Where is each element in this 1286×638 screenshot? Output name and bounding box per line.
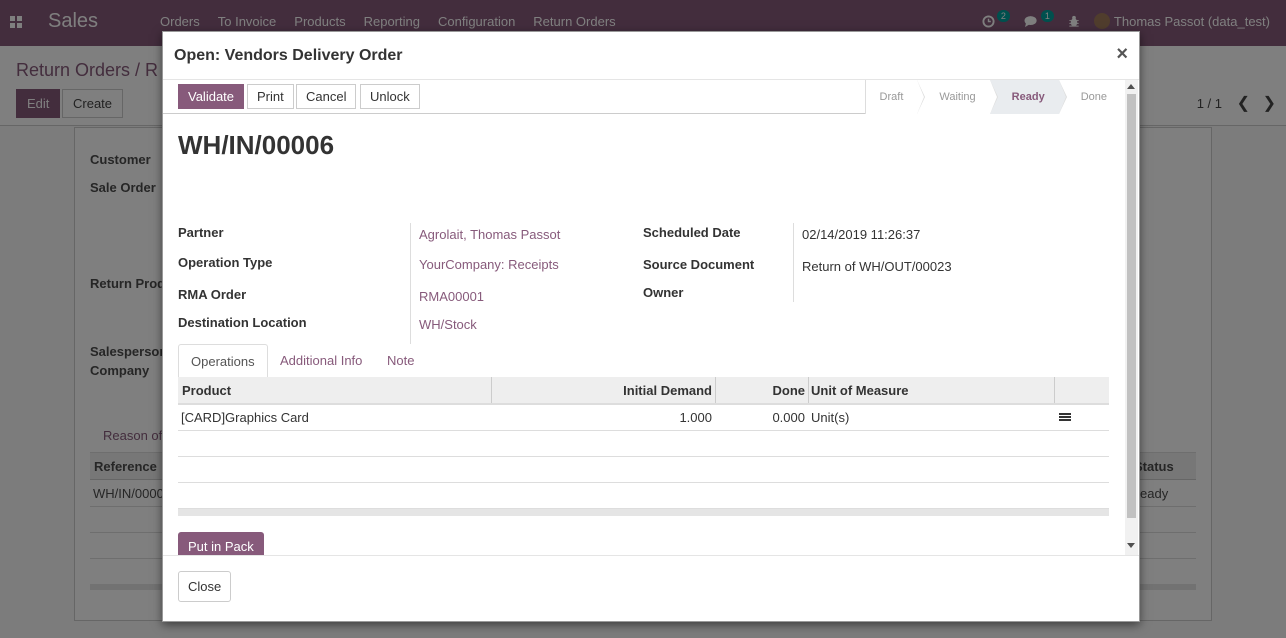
dialog-header: Open: Vendors Delivery Order × <box>163 32 1139 80</box>
partner-label: Partner <box>178 225 224 240</box>
column-divider <box>715 377 716 403</box>
print-button[interactable]: Print <box>247 84 294 109</box>
dialog-scrollbar[interactable] <box>1125 80 1138 555</box>
dialog-title: Open: Vendors Delivery Order <box>174 47 403 64</box>
done-cell: 0.000 <box>772 410 805 425</box>
scroll-up-icon[interactable] <box>1127 84 1135 89</box>
operation-type-link[interactable]: YourCompany: Receipts <box>419 257 559 272</box>
close-button[interactable]: Close <box>178 571 232 602</box>
rma-order-label: RMA Order <box>178 287 247 302</box>
dialog-footer: Close <box>163 555 1139 621</box>
destination-location-link[interactable]: WH/Stock <box>419 317 477 332</box>
table-footer <box>178 509 1109 516</box>
table-row <box>178 457 1109 483</box>
scheduled-date-label: Scheduled Date <box>643 225 741 240</box>
product-column-header[interactable]: Product <box>182 383 231 398</box>
validate-button[interactable]: Validate <box>178 84 245 109</box>
column-divider <box>808 377 809 403</box>
product-cell: [CARD]Graphics Card <box>181 410 309 425</box>
detailed-operations-icon[interactable] <box>1059 413 1071 423</box>
uom-cell: Unit(s) <box>811 410 850 425</box>
scroll-down-icon[interactable] <box>1127 543 1135 548</box>
tab-note[interactable]: Note <box>375 344 426 378</box>
source-document-value: Return of WH/OUT/00023 <box>802 259 952 274</box>
field-divider <box>410 223 411 344</box>
rma-order-link[interactable]: RMA00001 <box>419 289 484 304</box>
column-divider <box>491 377 492 403</box>
initial-demand-column-header[interactable]: Initial Demand <box>623 383 712 398</box>
uom-column-header[interactable]: Unit of Measure <box>811 383 909 398</box>
column-divider <box>1054 377 1055 403</box>
stage-ready: Ready <box>989 80 1067 114</box>
notebook-tabs: Operations Additional Info Note <box>178 344 1109 378</box>
document-name: WH/IN/00006 <box>178 130 335 160</box>
owner-label: Owner <box>643 285 684 300</box>
done-column-header[interactable]: Done <box>773 383 806 398</box>
tab-operations[interactable]: Operations <box>178 344 268 378</box>
initial-demand-cell: 1.000 <box>679 410 712 425</box>
source-document-label: Source Document <box>643 257 755 272</box>
field-divider <box>793 223 794 302</box>
dialog-body: Validate Print Cancel Unlock Draft Waiti… <box>163 80 1139 555</box>
destination-location-label: Destination Location <box>178 315 307 330</box>
table-row[interactable]: [CARD]Graphics Card 1.000 0.000 Unit(s) <box>178 405 1109 431</box>
unlock-button[interactable]: Unlock <box>360 84 420 109</box>
partner-link[interactable]: Agrolait, Thomas Passot <box>419 227 560 242</box>
status-bar: Validate Print Cancel Unlock Draft Waiti… <box>163 80 1125 114</box>
cancel-button[interactable]: Cancel <box>296 84 357 109</box>
close-icon[interactable]: × <box>1116 43 1128 66</box>
scroll-thumb[interactable] <box>1127 94 1136 518</box>
operation-type-label: Operation Type <box>178 255 273 270</box>
table-row <box>178 431 1109 457</box>
stage-done: Done <box>1058 80 1125 114</box>
put-in-pack-button[interactable]: Put in Pack <box>178 532 264 555</box>
scheduled-date-value: 02/14/2019 11:26:37 <box>802 227 921 242</box>
delivery-order-dialog: Open: Vendors Delivery Order × Validate … <box>162 31 1140 622</box>
stage-pipeline: Draft Waiting Ready Done <box>864 80 1125 114</box>
tab-additional-info[interactable]: Additional Info <box>268 344 374 378</box>
stage-draft: Draft <box>865 80 926 114</box>
table-header: Product Initial Demand Done Unit of Meas… <box>178 377 1109 405</box>
table-row <box>178 483 1109 509</box>
stage-waiting: Waiting <box>917 80 998 114</box>
